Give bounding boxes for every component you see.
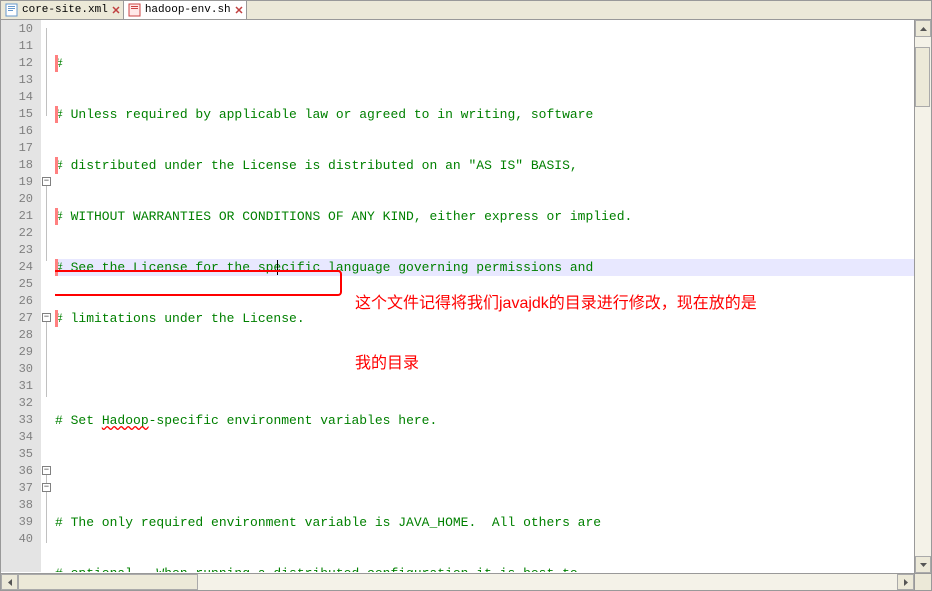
scroll-right-button[interactable] [897, 574, 914, 590]
code-line: # optional. When running a distributed c… [55, 566, 578, 572]
editor: 1011121314151617181920212223242526272829… [1, 20, 931, 572]
scroll-thumb[interactable] [915, 47, 930, 107]
code-line: # The only required environment variable… [55, 515, 601, 530]
scroll-track[interactable] [915, 37, 931, 556]
tab-bar: core-site.xml hadoop-env.sh [1, 1, 931, 20]
vertical-scrollbar[interactable] [914, 20, 931, 573]
annotation-text: 这个文件记得将我们javajdk的目录进行修改，现在放的是 我的目录 [355, 254, 757, 414]
xml-file-icon [5, 3, 19, 17]
code-line: # Unless required by applicable law or a… [55, 107, 593, 122]
code-line [55, 463, 931, 480]
close-icon[interactable] [234, 5, 244, 15]
text-cursor [277, 260, 278, 275]
tab-label: core-site.xml [22, 4, 108, 16]
code-line: # WITHOUT WARRANTIES OR CONDITIONS OF AN… [55, 209, 632, 224]
sh-file-icon [128, 3, 142, 17]
tab-hadoop-env[interactable]: hadoop-env.sh [124, 1, 247, 19]
code-line: # limitations under the License. [55, 311, 305, 326]
scroll-track[interactable] [18, 574, 897, 590]
tab-core-site[interactable]: core-site.xml [1, 1, 124, 19]
tab-label: hadoop-env.sh [145, 4, 231, 16]
fold-toggle[interactable]: − [42, 313, 51, 322]
scroll-thumb[interactable] [18, 574, 198, 590]
code-line: # distributed under the License is distr… [55, 158, 578, 173]
scroll-down-button[interactable] [915, 556, 931, 573]
fold-toggle[interactable]: − [42, 466, 51, 475]
fold-toggle[interactable]: − [42, 483, 51, 492]
scrollbar-corner [914, 573, 931, 590]
fold-toggle[interactable]: − [42, 177, 51, 186]
scroll-left-button[interactable] [1, 574, 18, 590]
code-area[interactable]: # # Unless required by applicable law or… [55, 20, 931, 572]
line-number-gutter: 1011121314151617181920212223242526272829… [1, 20, 41, 572]
scroll-up-button[interactable] [915, 20, 931, 37]
fold-column: − − − − [41, 20, 55, 572]
close-icon[interactable] [111, 5, 121, 15]
horizontal-scrollbar[interactable] [1, 573, 914, 590]
